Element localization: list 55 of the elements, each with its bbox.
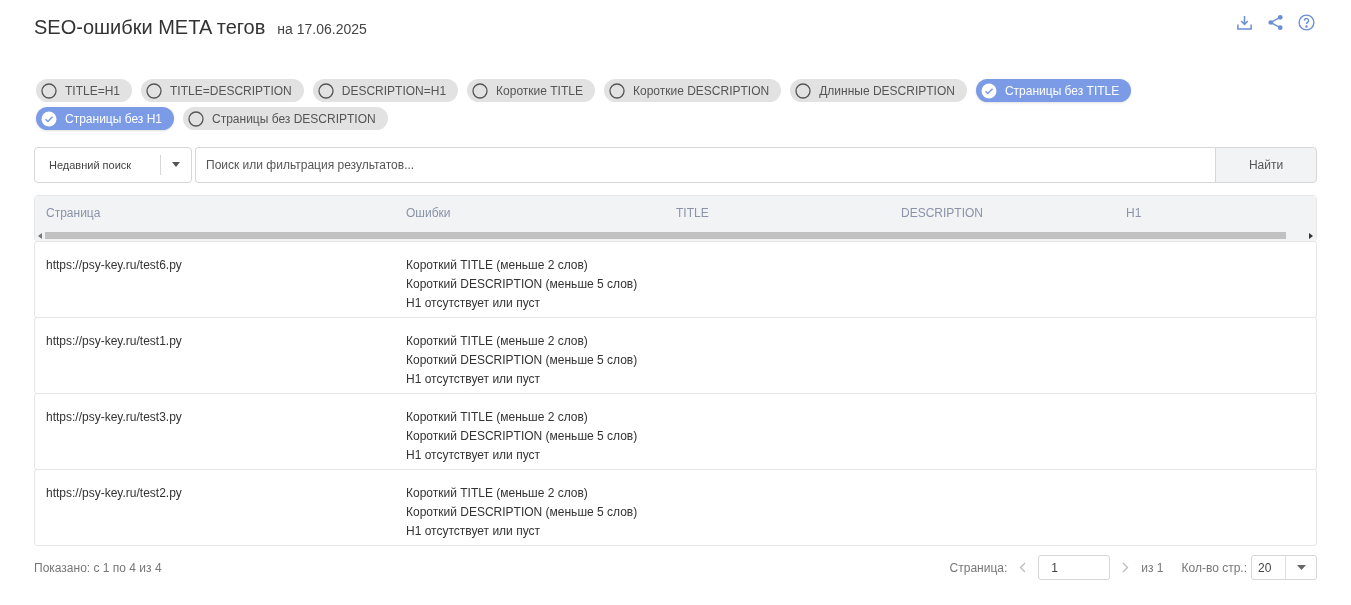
recent-search-dropdown[interactable]: Недавний поиск bbox=[34, 147, 192, 183]
filter-chip[interactable]: TITLE=DESCRIPTION bbox=[141, 79, 304, 102]
download-icon[interactable] bbox=[1236, 14, 1253, 31]
error-text: H1 отсутствует или пуст bbox=[406, 371, 541, 388]
recent-search-label: Недавний поиск bbox=[48, 157, 133, 173]
error-text: Короткий TITLE (меньше 2 слов) bbox=[406, 409, 589, 426]
filter-chip[interactable]: TITLE=H1 bbox=[36, 79, 133, 102]
error-text: Короткий DESCRIPTION (меньше 5 слов) bbox=[406, 504, 639, 521]
caret-icon bbox=[172, 162, 180, 168]
error-text: Короткий DESCRIPTION (меньше 5 слов) bbox=[406, 428, 639, 445]
error-text: H1 отсутствует или пуст bbox=[406, 447, 541, 464]
scroll-right-icon[interactable] bbox=[1309, 232, 1313, 239]
page-total: из 1 bbox=[1141, 559, 1164, 577]
check-circle-icon bbox=[41, 110, 57, 127]
filter-chip[interactable]: Короткие DESCRIPTION bbox=[603, 79, 782, 102]
scroll-left-icon[interactable] bbox=[38, 232, 42, 239]
empty-circle-icon bbox=[795, 82, 812, 99]
filter-chip[interactable]: Страницы без DESCRIPTION bbox=[183, 107, 388, 130]
empty-circle-icon bbox=[472, 82, 489, 99]
empty-circle-icon bbox=[41, 82, 57, 99]
error-text: Короткий DESCRIPTION (меньше 5 слов) bbox=[406, 276, 639, 293]
empty-circle-icon bbox=[188, 110, 204, 127]
search-button[interactable]: Найти bbox=[1215, 147, 1317, 183]
help-icon[interactable] bbox=[1298, 14, 1315, 31]
shown-count: Показано: с 1 по 4 из 4 bbox=[34, 559, 162, 577]
page-url[interactable]: https://psy-key.ru/test3.py bbox=[46, 408, 182, 426]
page-field[interactable]: 1 bbox=[1038, 555, 1111, 580]
scrollbar-thumb[interactable] bbox=[45, 232, 1286, 239]
page-title: SEO-ошибки META тегов bbox=[34, 15, 266, 40]
page-url[interactable]: https://psy-key.ru/test1.py bbox=[46, 332, 182, 350]
filter-chip[interactable]: DESCRIPTION=H1 bbox=[312, 79, 459, 102]
share-icon[interactable] bbox=[1267, 14, 1284, 31]
filter-chip[interactable]: Короткие TITLE bbox=[467, 79, 595, 102]
check-circle-icon bbox=[980, 82, 997, 99]
error-text: Короткий TITLE (меньше 2 слов) bbox=[406, 485, 589, 502]
error-text: Короткий TITLE (меньше 2 слов) bbox=[406, 333, 589, 350]
empty-circle-icon bbox=[146, 82, 163, 99]
empty-circle-icon bbox=[317, 82, 334, 99]
search-field[interactable]: Поиск или фильтрация результатов... bbox=[195, 147, 1215, 183]
error-text: Короткий DESCRIPTION (меньше 5 слов) bbox=[406, 352, 639, 369]
per-page-value: 20 bbox=[1257, 559, 1273, 577]
chevron-right-icon[interactable] bbox=[1122, 562, 1130, 573]
chevron-left-icon[interactable] bbox=[1019, 562, 1027, 573]
per-page-label: Кол-во стр.: bbox=[1181, 559, 1247, 577]
per-page-dropdown[interactable]: 20 bbox=[1251, 555, 1317, 580]
error-text: H1 отсутствует или пуст bbox=[406, 295, 541, 312]
error-text: H1 отсутствует или пуст bbox=[406, 523, 541, 540]
error-text: Короткий TITLE (меньше 2 слов) bbox=[406, 257, 589, 274]
page-url[interactable]: https://psy-key.ru/test6.py bbox=[46, 256, 182, 274]
caret-icon bbox=[1296, 565, 1306, 570]
page-label: Страница: bbox=[949, 559, 1008, 577]
empty-circle-icon bbox=[608, 82, 625, 99]
date-label: на 17.06.2025 bbox=[277, 20, 367, 39]
page-url[interactable]: https://psy-key.ru/test2.py bbox=[46, 484, 182, 502]
filter-chip[interactable]: Длинные DESCRIPTION bbox=[790, 79, 967, 102]
